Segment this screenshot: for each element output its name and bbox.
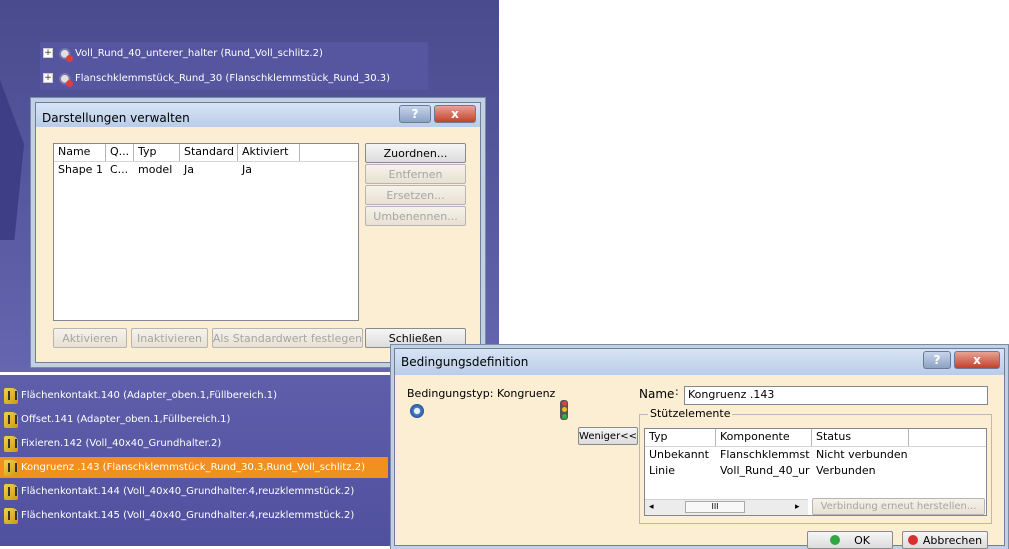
ersetzen-button[interactable]: Ersetzen... <box>365 185 466 205</box>
constraint-icon <box>4 387 18 404</box>
aktivieren-button[interactable]: Aktivieren <box>53 328 127 348</box>
cell-typ: model <box>138 163 173 176</box>
constraint-label: Offset.141 (Adapter_oben.1,Füllbereich.1… <box>21 414 231 425</box>
tree-node-label: Voll_Rund_40_unterer_halter (Rund_Voll_s… <box>75 47 323 59</box>
constraint-item-offset-141[interactable]: Offset.141 (Adapter_oben.1,Füllbereich.1… <box>0 409 256 430</box>
group-title: Stützelemente <box>648 407 733 420</box>
table-row[interactable]: Linie Voll_Rund_40_ur Verbunden <box>645 463 986 479</box>
expand-icon[interactable]: + <box>43 73 53 83</box>
cell-status: Nicht verbunden <box>816 448 908 461</box>
ok-button[interactable]: OK <box>807 531 893 549</box>
constraint-tree: Flächenkontakt.140 (Adapter_oben.1,Füllb… <box>0 385 392 526</box>
constraint-label: Flächenkontakt.145 (Voll_40x40_Grundhalt… <box>21 510 355 521</box>
representations-list[interactable]: Name Q... Typ Standard Aktiviert Shape 1… <box>53 143 359 321</box>
constraint-item-kongruenz-143[interactable]: Kongruenz .143 (Flanschklemmstück_Rund_3… <box>0 457 388 478</box>
table-row[interactable]: Shape 1 C... model Ja Ja <box>54 162 358 178</box>
constraint-icon <box>4 411 18 428</box>
constraint-label: Flächenkontakt.144 (Voll_40x40_Grundhalt… <box>21 486 355 497</box>
name-label: Name <box>639 387 675 401</box>
name-input[interactable]: Kongruenz .143 <box>684 386 988 405</box>
cell-name: Shape 1 <box>58 163 103 176</box>
bedingungsdefinition-dialog: Bedingungsdefinition ? x Bedingungstyp: … <box>394 348 1005 549</box>
inaktivieren-button[interactable]: Inaktivieren <box>131 328 208 348</box>
spec-tree-top: + Voll_Rund_40_unterer_halter (Rund_Voll… <box>40 42 428 90</box>
ok-label: OK <box>854 533 870 547</box>
scroll-right-icon[interactable]: ▸ <box>795 502 800 512</box>
anchor-icon <box>4 435 18 452</box>
column-header-aktiviert[interactable]: Aktiviert <box>238 144 300 161</box>
coincidence-constraint-icon <box>409 403 425 419</box>
cell-aktiviert: Ja <box>242 163 252 176</box>
dialog-titlebar[interactable]: Bedingungsdefinition <box>395 349 1004 375</box>
help-button[interactable]: ? <box>923 351 951 369</box>
constraint-type-label: Bedingungstyp: Kongruenz <box>407 387 556 400</box>
table-row[interactable]: Unbekannt Flanschklemmst Nicht verbunden <box>645 447 986 463</box>
cell-standard: Ja <box>184 163 194 176</box>
list-header: Typ Komponente Status <box>645 429 986 447</box>
coincidence-icon <box>4 459 18 476</box>
abbrechen-label: Abbrechen <box>922 533 983 547</box>
dialog-title: Bedingungsdefinition <box>401 355 529 369</box>
cancel-icon <box>907 535 918 545</box>
support-elements-list[interactable]: Typ Komponente Status Unbekannt Flanschk… <box>644 428 987 516</box>
help-button[interactable]: ? <box>399 105 431 123</box>
constraint-label: Kongruenz .143 (Flanschklemmstück_Rund_3… <box>21 462 366 473</box>
abbrechen-button[interactable]: Abbrechen <box>902 531 988 549</box>
constraint-item-flaechenkontakt-144[interactable]: Flächenkontakt.144 (Voll_40x40_Grundhalt… <box>0 481 374 502</box>
traffic-light-icon <box>560 400 568 420</box>
expand-icon[interactable]: + <box>43 48 53 58</box>
column-header-komponente[interactable]: Komponente <box>716 429 812 446</box>
weniger-button[interactable]: Weniger<< <box>578 427 638 445</box>
column-header-standard[interactable]: Standard <box>180 144 238 161</box>
darstellungen-verwalten-dialog: Darstellungen verwalten ? x Name Q... Ty… <box>35 102 481 363</box>
cell-typ: Linie <box>649 464 675 477</box>
close-button[interactable]: x <box>954 351 1000 369</box>
column-header-q[interactable]: Q... <box>106 144 134 161</box>
list-header: Name Q... Typ Standard Aktiviert <box>54 144 358 162</box>
constraint-item-flaechenkontakt-140[interactable]: Flächenkontakt.140 (Adapter_oben.1,Füllb… <box>0 385 300 406</box>
constraint-icon <box>4 483 18 500</box>
verbindung-erneut-herstellen-button[interactable]: Verbindung erneut herstellen... <box>812 498 985 515</box>
entfernen-button[interactable]: Entfernen <box>365 164 466 184</box>
column-header-status[interactable]: Status <box>812 429 909 446</box>
dialog-title: Darstellungen verwalten <box>42 111 190 125</box>
close-button[interactable]: x <box>434 105 476 123</box>
standardwert-festlegen-button[interactable]: Als Standardwert festlegen <box>212 328 363 348</box>
constraint-label: Flächenkontakt.140 (Adapter_oben.1,Füllb… <box>21 390 278 401</box>
cell-status: Verbunden <box>816 464 876 477</box>
zuordnen-button[interactable]: Zuordnen... <box>365 143 466 163</box>
column-header-typ[interactable]: Typ <box>645 429 716 446</box>
cell-q: C... <box>110 163 129 176</box>
tree-node-flanschklemmstueck[interactable]: + Flanschklemmstück_Rund_30 (Flanschklem… <box>40 68 428 88</box>
scroll-thumb[interactable]: III <box>685 501 745 513</box>
umbenennen-button[interactable]: Umbenennen... <box>365 206 466 226</box>
scroll-left-icon[interactable]: ◂ <box>649 502 654 512</box>
tree-node-label: Flanschklemmstück_Rund_30 (Flanschklemms… <box>75 72 391 84</box>
ok-icon <box>830 535 841 545</box>
cell-komponente: Flanschklemmst <box>720 448 810 461</box>
column-header-name[interactable]: Name <box>54 144 106 161</box>
constraint-icon <box>4 507 18 524</box>
constraint-item-fixieren-142[interactable]: Fixieren.142 (Voll_40x40_Grundhalter.2) <box>0 433 243 454</box>
component-icon <box>56 45 73 62</box>
constraint-label: Fixieren.142 (Voll_40x40_Grundhalter.2) <box>21 438 222 449</box>
component-icon <box>56 70 73 87</box>
schliessen-button[interactable]: Schließen <box>365 328 466 348</box>
constraint-item-flaechenkontakt-145[interactable]: Flächenkontakt.145 (Voll_40x40_Grundhalt… <box>0 505 374 526</box>
cell-komponente: Voll_Rund_40_ur <box>720 464 810 477</box>
column-header-typ[interactable]: Typ <box>134 144 180 161</box>
cell-typ: Unbekannt <box>649 448 709 461</box>
tree-node-voll-rund[interactable]: + Voll_Rund_40_unterer_halter (Rund_Voll… <box>40 43 428 63</box>
horizontal-scrollbar[interactable]: ◂ III ▸ <box>645 499 808 515</box>
